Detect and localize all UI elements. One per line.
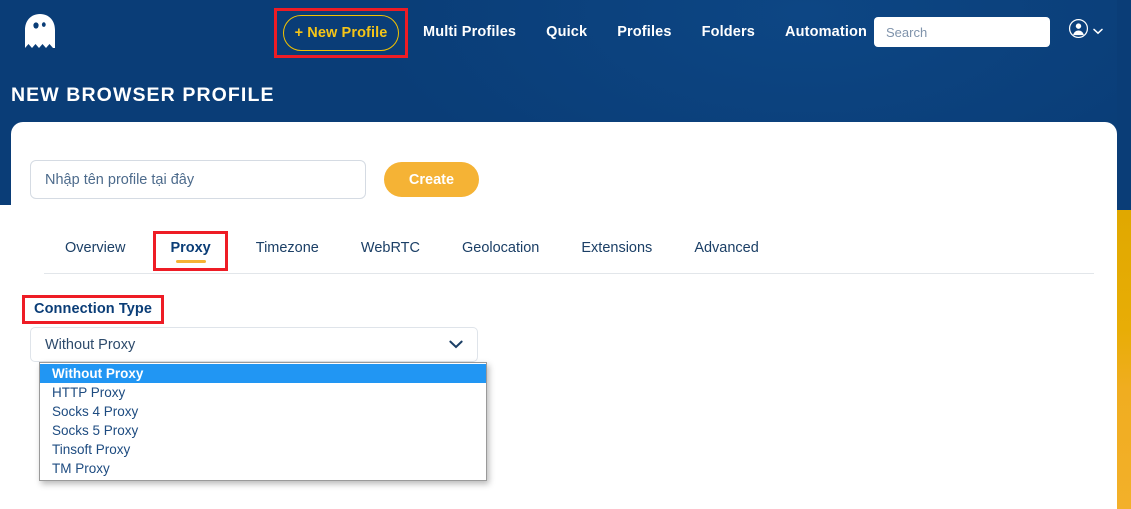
right-edge-gold-strip [1117, 210, 1131, 509]
profile-settings-tabs: Overview Proxy Timezone WebRTC Geolocati… [44, 231, 780, 271]
main-navigation: Multi Profiles Quick Profiles Folders Au… [423, 0, 867, 64]
connection-type-label: Connection Type [34, 301, 153, 317]
tab-advanced[interactable]: Advanced [673, 234, 780, 262]
option-socks-4-proxy[interactable]: Socks 4 Proxy [40, 402, 486, 421]
search-input[interactable] [874, 17, 1050, 47]
user-avatar-icon [1068, 18, 1089, 44]
right-edge-blue-strip [1117, 0, 1131, 210]
nav-item-automation[interactable]: Automation [785, 24, 867, 40]
tab-geolocation[interactable]: Geolocation [441, 234, 560, 262]
connection-type-options-list[interactable]: Without Proxy HTTP Proxy Socks 4 Proxy S… [39, 362, 487, 481]
option-without-proxy[interactable]: Without Proxy [40, 364, 486, 383]
chevron-down-icon [449, 336, 463, 354]
tabs-divider [44, 273, 1094, 274]
page-title: NEW BROWSER PROFILE [11, 84, 275, 106]
profile-name-input[interactable] [30, 160, 366, 199]
nav-item-quick[interactable]: Quick [546, 24, 587, 40]
option-tm-proxy[interactable]: TM Proxy [40, 459, 486, 478]
connection-type-annotation-box: Connection Type [22, 295, 165, 324]
new-profile-card: Create Overview Proxy Timezone WebRTC Ge… [11, 122, 1117, 509]
account-menu[interactable] [1068, 18, 1103, 44]
nav-item-profiles[interactable]: Profiles [617, 24, 671, 40]
option-tinsoft-proxy[interactable]: Tinsoft Proxy [40, 440, 486, 459]
tab-overview[interactable]: Overview [44, 234, 146, 262]
connection-type-selected-value: Without Proxy [45, 336, 136, 353]
nav-item-multi-profiles[interactable]: Multi Profiles [423, 24, 516, 40]
create-button[interactable]: Create [384, 162, 479, 197]
ghost-logo[interactable] [22, 13, 58, 51]
chevron-down-icon [1093, 22, 1103, 40]
new-profile-button[interactable]: + New Profile [283, 15, 399, 51]
tab-timezone[interactable]: Timezone [235, 234, 340, 262]
nav-item-folders[interactable]: Folders [702, 24, 755, 40]
tab-proxy-label: Proxy [170, 240, 211, 256]
profile-name-row: Create [30, 160, 479, 199]
option-http-proxy[interactable]: HTTP Proxy [40, 383, 486, 402]
tab-extensions[interactable]: Extensions [560, 234, 673, 262]
tab-active-underline [175, 260, 206, 263]
tab-proxy[interactable]: Proxy [153, 231, 228, 271]
connection-type-select[interactable]: Without Proxy [30, 327, 478, 362]
new-profile-annotation-box: + New Profile [274, 8, 408, 58]
option-socks-5-proxy[interactable]: Socks 5 Proxy [40, 421, 486, 440]
tab-webrtc[interactable]: WebRTC [340, 234, 441, 262]
